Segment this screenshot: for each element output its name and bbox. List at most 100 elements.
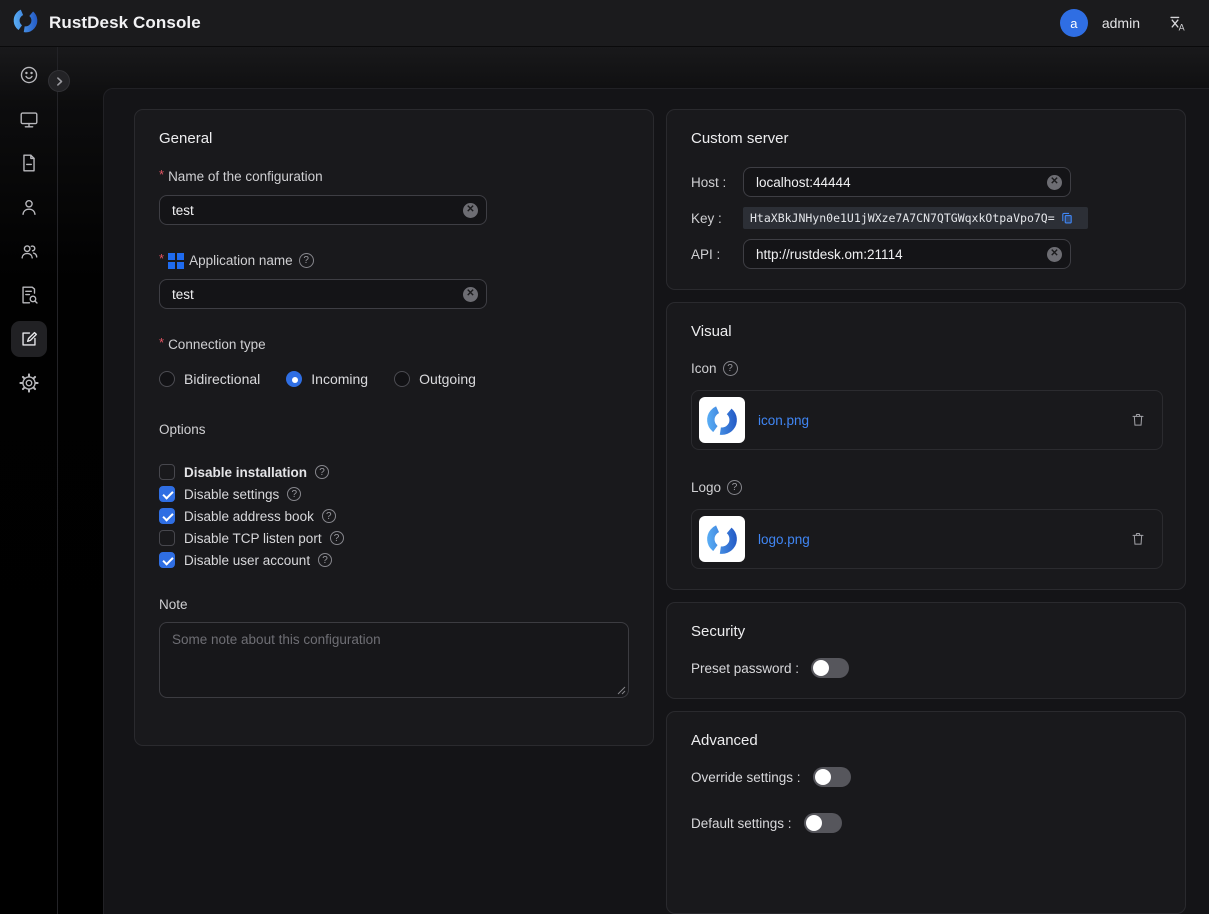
sidebar-item-audits[interactable] [11, 277, 47, 313]
api-field: ✕ [743, 239, 1071, 269]
windows-logo-icon [168, 253, 183, 268]
icon-help-icon[interactable]: ? [723, 361, 738, 376]
api-label: API : [691, 247, 743, 262]
custom-server-card: Custom server Host : ✕ Key : HtaXBkJNHyn… [666, 109, 1186, 290]
user-icon [18, 196, 40, 218]
smiley-icon [18, 64, 40, 86]
config-name-field: ✕ [159, 195, 487, 225]
general-card: General * Name of the configuration ✕ * … [134, 109, 654, 746]
note-label: Note [159, 597, 629, 612]
sidebar-item-devices[interactable] [11, 101, 47, 137]
config-name-input[interactable] [172, 203, 463, 218]
logo-file-box: logo.png [691, 509, 1163, 569]
help-icon[interactable]: ? [315, 465, 329, 479]
help-icon[interactable]: ? [287, 487, 301, 501]
note-field [159, 622, 629, 698]
logo-label: Logo ? [691, 480, 1161, 495]
sidebar-item-users[interactable] [11, 189, 47, 225]
user-group-icon [18, 240, 40, 262]
override-settings-label: Override settings : [691, 770, 801, 785]
required-mark: * [159, 251, 164, 266]
clear-host-icon[interactable]: ✕ [1047, 175, 1062, 190]
clear-config-name-icon[interactable]: ✕ [463, 203, 478, 218]
radio-incoming[interactable]: Incoming [286, 371, 368, 387]
brand: RustDesk Console [12, 7, 201, 39]
app-name-field: ✕ [159, 279, 487, 309]
sidebar-item-documents[interactable] [11, 145, 47, 181]
header-right: a admin A [1060, 9, 1187, 37]
config-name-label: * Name of the configuration [159, 169, 629, 184]
logo-thumbnail [699, 516, 745, 562]
sidebar-item-dashboard[interactable] [11, 57, 47, 93]
app-name-label: * Application name ? [159, 253, 629, 268]
copy-key-icon[interactable] [1060, 211, 1074, 225]
clear-app-name-icon[interactable]: ✕ [463, 287, 478, 302]
app-title: RustDesk Console [49, 13, 201, 33]
sidebar-item-settings[interactable] [11, 365, 47, 401]
help-icon[interactable]: ? [322, 509, 336, 523]
host-row: Host : ✕ [691, 167, 1161, 197]
key-value: HtaXBkJNHyn0e1U1jWXze7A7CN7QTGWqxkOtpaVp… [750, 211, 1055, 225]
sidebar [0, 47, 58, 914]
sidebar-item-groups[interactable] [11, 233, 47, 269]
icon-label: Icon ? [691, 361, 1161, 376]
radio-bidirectional[interactable]: Bidirectional [159, 371, 260, 387]
required-mark: * [159, 335, 164, 350]
note-textarea[interactable] [159, 622, 629, 698]
sidebar-expand-button[interactable] [48, 70, 70, 92]
advanced-card: Advanced Override settings : Default set… [666, 711, 1186, 914]
monitor-icon [18, 108, 40, 130]
translate-icon[interactable]: A [1168, 14, 1187, 33]
icon-file-box: icon.png [691, 390, 1163, 450]
document-icon [18, 152, 40, 174]
key-row: Key : HtaXBkJNHyn0e1U1jWXze7A7CN7QTGWqxk… [691, 207, 1161, 229]
logo-help-icon[interactable]: ? [727, 480, 742, 495]
main-panel: General * Name of the configuration ✕ * … [103, 88, 1209, 914]
trash-icon [1130, 531, 1146, 547]
option-disable-installation: Disable installation ? [159, 464, 629, 480]
icon-thumbnail [699, 397, 745, 443]
key-label: Key : [691, 211, 743, 226]
preset-password-label: Preset password : [691, 661, 799, 676]
username[interactable]: admin [1102, 15, 1140, 31]
radio-icon[interactable] [159, 371, 175, 387]
checkbox-icon[interactable] [159, 486, 175, 502]
override-settings-toggle[interactable] [813, 767, 851, 787]
api-input[interactable] [756, 247, 1047, 262]
host-label: Host : [691, 175, 743, 190]
default-settings-label: Default settings : [691, 816, 792, 831]
logo-file-link[interactable]: logo.png [758, 532, 1117, 547]
help-icon[interactable]: ? [330, 531, 344, 545]
delete-icon-button[interactable] [1130, 412, 1146, 428]
clear-api-icon[interactable]: ✕ [1047, 247, 1062, 262]
app-name-input[interactable] [172, 287, 463, 302]
svg-text:A: A [1179, 22, 1185, 32]
workspace: General * Name of the configuration ✕ * … [0, 47, 1209, 914]
app-name-help-icon[interactable]: ? [299, 253, 314, 268]
radio-icon[interactable] [394, 371, 410, 387]
gear-icon [18, 372, 40, 394]
left-column: General * Name of the configuration ✕ * … [134, 109, 654, 914]
radio-icon[interactable] [286, 371, 302, 387]
rustdesk-logo-icon [705, 522, 739, 556]
default-settings-toggle[interactable] [804, 813, 842, 833]
avatar[interactable]: a [1060, 9, 1088, 37]
preset-password-toggle[interactable] [811, 658, 849, 678]
host-input[interactable] [756, 175, 1047, 190]
chevron-right-icon [54, 76, 65, 87]
connection-type-label: * Connection type [159, 337, 629, 352]
checkbox-icon[interactable] [159, 508, 175, 524]
options-list: Disable installation ? Disable settings … [159, 464, 629, 568]
checkbox-icon[interactable] [159, 552, 175, 568]
header: RustDesk Console a admin A [0, 0, 1209, 47]
default-settings-row: Default settings : [691, 813, 1161, 833]
delete-logo-button[interactable] [1130, 531, 1146, 547]
document-search-icon [18, 284, 40, 306]
checkbox-icon[interactable] [159, 530, 175, 546]
radio-outgoing[interactable]: Outgoing [394, 371, 476, 387]
connection-type-group: Bidirectional Incoming Outgoing [159, 371, 629, 387]
sidebar-item-configurations[interactable] [11, 321, 47, 357]
icon-file-link[interactable]: icon.png [758, 413, 1117, 428]
checkbox-icon[interactable] [159, 464, 175, 480]
help-icon[interactable]: ? [318, 553, 332, 567]
